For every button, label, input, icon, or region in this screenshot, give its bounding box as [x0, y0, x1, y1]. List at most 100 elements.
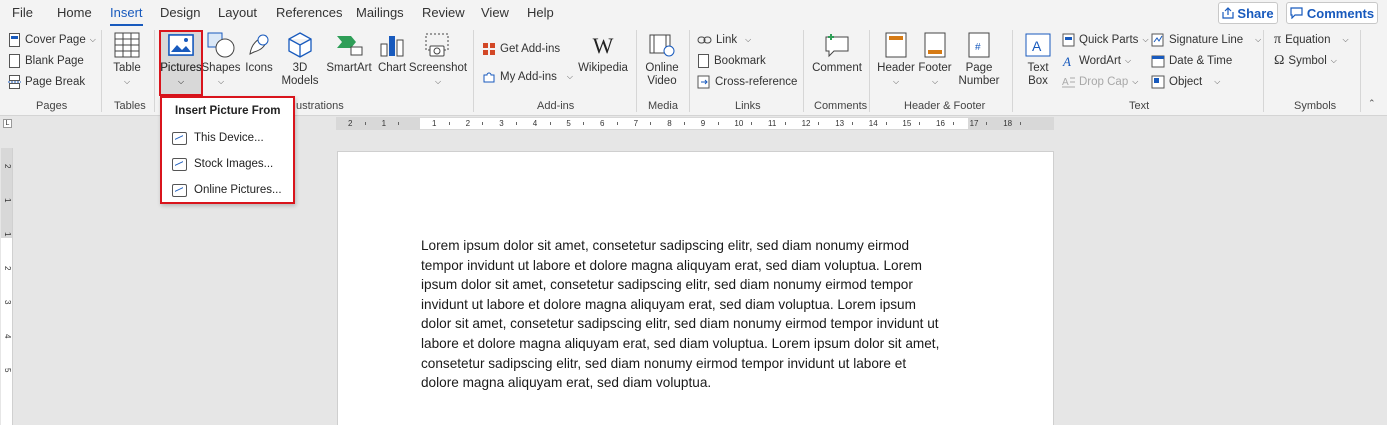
3d-models-button[interactable]: 3D Models	[278, 30, 322, 94]
tab-mailings[interactable]: Mailings	[356, 5, 404, 20]
shapes-icon	[207, 32, 235, 58]
pi-icon: π	[1274, 32, 1282, 47]
tab-references[interactable]: References	[276, 5, 342, 20]
link-icon	[697, 36, 712, 44]
horizontal-ruler[interactable]: 2 1 1 2 3 4 5 6 7 8 9 10 11 12 13 14 15 16 17 18	[336, 117, 1054, 130]
ruler-margin-top	[1, 148, 12, 238]
tab-help[interactable]: Help	[527, 5, 554, 20]
text-box-label-2: Box	[1028, 75, 1048, 87]
separator	[689, 30, 690, 112]
tab-review[interactable]: Review	[422, 5, 465, 20]
tab-selector[interactable]: L	[3, 119, 12, 128]
wordart-icon: A	[1062, 54, 1071, 68]
ruler-number: 1	[3, 198, 12, 203]
link-button[interactable]: Link ⌵	[697, 31, 751, 49]
menu-item-online-pictures[interactable]: Online Pictures...	[172, 181, 282, 199]
bookmark-label: Bookmark	[714, 55, 766, 67]
drop-cap-button[interactable]: A Drop Cap ⌵	[1062, 73, 1138, 91]
ruler-number: 2	[3, 164, 12, 169]
tab-view[interactable]: View	[481, 5, 509, 20]
menu-item-this-device[interactable]: This Device...	[172, 129, 264, 147]
equation-button[interactable]: π Equation ⌵	[1274, 31, 1349, 49]
ruler-number: 7	[633, 119, 639, 128]
document-body[interactable]: Lorem ipsum dolor sit amet, consetetur s…	[421, 236, 981, 393]
icons-button[interactable]: Icons	[243, 30, 275, 94]
online-video-button[interactable]: Online Video	[642, 30, 682, 94]
document-line: Lorem ipsum dolor sit amet, consetetur s…	[421, 238, 910, 253]
object-label: Object	[1169, 76, 1203, 88]
signature-line-button[interactable]: Signature Line ⌵	[1151, 31, 1261, 49]
cross-reference-icon	[697, 75, 710, 89]
new-comment-button[interactable]: Comment	[810, 30, 864, 94]
chevron-down-icon: ⌵	[217, 77, 225, 86]
blank-page-icon	[9, 54, 20, 68]
page-number-icon: #	[968, 32, 990, 58]
ruler-number: 2	[3, 266, 12, 271]
bookmark-button[interactable]: Bookmark	[697, 52, 766, 70]
cube-icon	[288, 32, 312, 58]
tab-home[interactable]: Home	[57, 5, 92, 20]
ruler-tick	[852, 122, 853, 125]
table-button[interactable]: Table ⌵	[110, 30, 144, 94]
ruler-number: 8	[667, 119, 672, 128]
wordart-label: WordArt	[1079, 55, 1121, 67]
chevron-down-icon: ⌵	[892, 77, 900, 86]
menu-item-stock-images[interactable]: Stock Images...	[172, 155, 273, 173]
group-label-comments: Comments	[814, 100, 868, 112]
ruler-tick	[650, 122, 652, 125]
chevron-down-icon: ⌵	[89, 35, 96, 44]
header-button[interactable]: Header ⌵	[876, 30, 916, 94]
group-label-links: Links	[735, 100, 761, 112]
ruler-tick	[784, 122, 786, 125]
chevron-down-icon: ⌵	[566, 72, 573, 81]
svg-text:#: #	[975, 42, 981, 53]
ruler-number: 1	[3, 232, 12, 237]
share-button[interactable]: Share	[1218, 2, 1278, 24]
smartart-button[interactable]: SmartArt	[326, 30, 372, 94]
pictures-button-active[interactable]: Pictures ⌵	[160, 30, 202, 94]
page-number-button[interactable]: # Page Number	[954, 30, 1004, 94]
my-addins-button[interactable]: My Add-ins ⌵	[482, 68, 573, 86]
date-time-button[interactable]: Date & Time	[1151, 52, 1232, 70]
get-addins-button[interactable]: Get Add-ins	[482, 40, 560, 58]
blank-page-button[interactable]: Blank Page	[8, 52, 84, 70]
page-break-button[interactable]: Page Break	[8, 73, 85, 91]
wikipedia-button[interactable]: W Wikipedia	[576, 30, 630, 94]
video-icon	[649, 34, 675, 57]
picture-icon	[168, 34, 194, 56]
comments-button[interactable]: Comments	[1286, 2, 1378, 24]
wordart-button[interactable]: A WordArt ⌵	[1062, 52, 1131, 70]
tab-design[interactable]: Design	[160, 5, 200, 20]
separator	[154, 30, 155, 112]
shapes-button[interactable]: Shapes ⌵	[202, 30, 241, 94]
ruler-tick	[583, 122, 585, 125]
chevron-down-icon: ⌵	[1214, 77, 1221, 86]
ruler-tick	[616, 122, 618, 125]
cover-page-button[interactable]: Cover Page ⌵	[8, 31, 96, 49]
chevron-down-icon: ⌵	[1132, 77, 1139, 86]
collapse-ribbon-icon[interactable]: ⌃	[1368, 98, 1376, 109]
text-box-button[interactable]: A Text Box	[1018, 30, 1058, 94]
ruler-number: 4	[532, 119, 538, 128]
comment-label: Comment	[812, 62, 862, 74]
symbol-button[interactable]: Ω Symbol ⌵	[1274, 52, 1337, 70]
separator	[101, 30, 102, 112]
tab-insert[interactable]: Insert	[110, 5, 143, 26]
ruler-tick	[885, 122, 887, 125]
object-icon	[1151, 75, 1165, 89]
cross-reference-button[interactable]: Cross-reference	[697, 73, 797, 91]
quick-parts-button[interactable]: Quick Parts ⌵	[1062, 31, 1149, 49]
object-button[interactable]: Object ⌵	[1151, 73, 1220, 91]
group-label-illustrations: ustrations	[296, 100, 344, 112]
chart-button[interactable]: Chart	[376, 30, 408, 94]
separator	[473, 30, 474, 112]
text-box-icon: A	[1025, 33, 1051, 57]
ruler-number: 12	[801, 119, 811, 128]
ruler-number: 6	[600, 119, 605, 128]
svg-text:A: A	[1062, 77, 1069, 88]
tab-layout[interactable]: Layout	[218, 5, 257, 20]
vertical-ruler[interactable]: 2 1 1 2 3 4 5	[1, 148, 13, 425]
tab-file[interactable]: File	[12, 5, 33, 20]
screenshot-button[interactable]: Screenshot ⌵	[409, 30, 467, 94]
footer-button[interactable]: Footer ⌵	[916, 30, 954, 94]
